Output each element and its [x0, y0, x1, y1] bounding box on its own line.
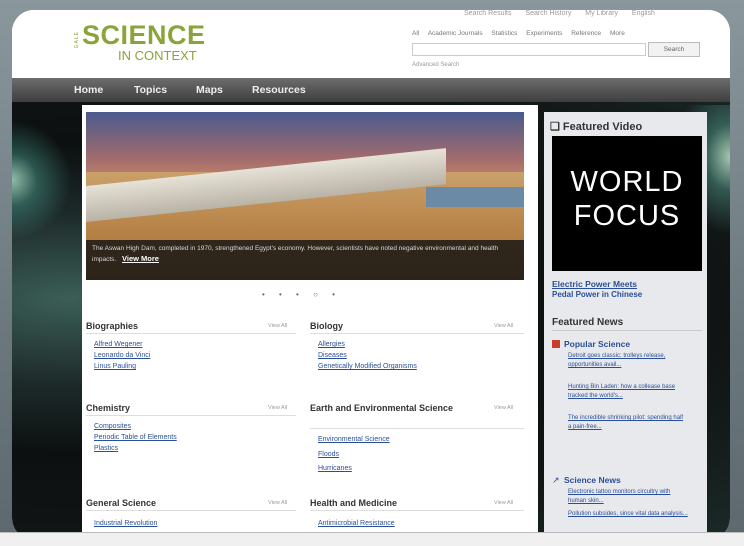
top-links: Search Results Search History My Library… — [464, 10, 667, 17]
link-industrial-revolution[interactable]: Industrial Revolution — [94, 520, 157, 527]
view-all-biographies[interactable]: View All — [268, 323, 287, 329]
featured-video-label: Featured Video — [562, 121, 643, 133]
scope-statistics[interactable]: Statistics — [491, 30, 517, 37]
news-link[interactable]: Pollution subsides, since vital data ana… — [568, 510, 688, 519]
main-nav: Home Topics Maps Resources — [12, 78, 730, 102]
section-title-biology: Biology — [310, 321, 343, 331]
link-alfred-wegener[interactable]: Alfred Wegener — [94, 341, 143, 348]
nav-resources[interactable]: Resources — [252, 84, 306, 96]
scope-all[interactable]: All — [412, 30, 419, 37]
view-all-health[interactable]: View All — [494, 500, 513, 506]
background-light-left — [12, 120, 72, 240]
hero-view-more-link[interactable]: View More — [122, 254, 159, 263]
browser-screen: GALE SCIENCE IN CONTEXT Search Results S… — [12, 10, 730, 540]
view-all-earth[interactable]: View All — [494, 405, 513, 411]
hero-image-water — [426, 187, 524, 207]
featured-news-title: Featured News — [552, 317, 624, 328]
link-diseases[interactable]: Diseases — [318, 352, 347, 359]
link-environmental-science[interactable]: Environmental Science — [318, 436, 390, 443]
section-title-earth-environmental: Earth and Environmental Science — [310, 403, 454, 413]
top-link-search-history[interactable]: Search History — [525, 10, 571, 17]
link-periodic-table[interactable]: Periodic Table of Elements — [94, 434, 177, 441]
news-source-science-news[interactable]: Science News — [564, 475, 621, 485]
link-antimicrobial-resistance[interactable]: Antimicrobial Resistance — [318, 520, 395, 527]
section-title-general-science: General Science — [86, 498, 157, 508]
divider — [86, 510, 296, 511]
popular-science-icon — [552, 340, 560, 348]
link-allergies[interactable]: Allergies — [318, 341, 345, 348]
nav-topics[interactable]: Topics — [134, 84, 167, 96]
featured-video-subtitle[interactable]: Pedal Power in Chinese — [552, 290, 642, 299]
logo-gale-text: GALE — [74, 31, 80, 49]
top-link-my-library[interactable]: My Library — [585, 10, 618, 17]
search-input[interactable] — [412, 43, 646, 56]
video-icon: ❏ — [550, 121, 563, 133]
top-link-language[interactable]: English — [632, 10, 655, 17]
link-leonardo-da-vinci[interactable]: Leonardo da Vinci — [94, 352, 150, 359]
featured-video-title: ❏ Featured Video — [550, 120, 642, 133]
divider — [552, 330, 702, 331]
logo-science-text: SCIENCE — [82, 20, 206, 50]
logo-context-text: IN CONTEXT — [118, 48, 197, 63]
link-composites[interactable]: Composites — [94, 423, 131, 430]
carousel-dots[interactable]: • • • ○ • — [262, 290, 341, 299]
divider — [310, 428, 524, 429]
scope-reference[interactable]: Reference — [571, 30, 601, 37]
link-linus-pauling[interactable]: Linus Pauling — [94, 363, 136, 370]
view-all-biology[interactable]: View All — [494, 323, 513, 329]
header: GALE SCIENCE IN CONTEXT Search Results S… — [12, 10, 730, 78]
link-hurricanes[interactable]: Hurricanes — [318, 465, 352, 472]
featured-video-link[interactable]: Electric Power Meets — [552, 279, 637, 289]
hero-carousel[interactable]: The Aswan High Dam, completed in 1970, s… — [86, 112, 524, 280]
divider — [310, 510, 524, 511]
top-link-search-results[interactable]: Search Results — [464, 10, 511, 17]
divider — [86, 333, 296, 334]
scope-academic-journals[interactable]: Academic Journals — [428, 30, 483, 37]
link-floods[interactable]: Floods — [318, 451, 339, 458]
video-title-line2: FOCUS — [573, 200, 681, 232]
divider — [310, 333, 524, 334]
link-plastics[interactable]: Plastics — [94, 445, 118, 452]
news-link[interactable]: Detroit goes classic: trolleys release, … — [568, 352, 688, 370]
hero-caption: The Aswan High Dam, completed in 1970, s… — [86, 240, 524, 280]
featured-video-player[interactable]: WORLD FOCUS — [552, 136, 702, 271]
view-all-chemistry[interactable]: View All — [268, 405, 287, 411]
section-title-health-medicine: Health and Medicine — [310, 498, 398, 508]
scope-experiments[interactable]: Experiments — [526, 30, 562, 37]
search-button[interactable]: Search — [648, 42, 700, 57]
search-scope-tabs: All Academic Journals Statistics Experim… — [412, 30, 632, 37]
news-link[interactable]: The incredible shrinking pilot: spending… — [568, 414, 688, 432]
news-source-popular-science[interactable]: Popular Science — [564, 339, 630, 349]
section-title-biographies: Biographies — [86, 321, 139, 331]
science-news-icon: ↗ — [552, 475, 560, 485]
scope-more[interactable]: More — [610, 30, 625, 37]
section-title-chemistry: Chemistry — [86, 403, 131, 413]
video-title-line1: WORLD — [570, 166, 684, 198]
news-link[interactable]: Electronic tattoo monitors circuitry wit… — [568, 488, 688, 506]
advanced-search-link[interactable]: Advanced Search — [412, 62, 459, 68]
view-all-general-science[interactable]: View All — [268, 500, 287, 506]
link-genetically-modified-organisms[interactable]: Genetically Modified Organisms — [318, 363, 417, 370]
news-link[interactable]: Hunting Bin Laden: how a collease base t… — [568, 383, 688, 401]
divider — [86, 415, 296, 416]
nav-home[interactable]: Home — [74, 84, 103, 96]
bottom-window-edge — [0, 532, 744, 546]
nav-maps[interactable]: Maps — [196, 84, 223, 96]
